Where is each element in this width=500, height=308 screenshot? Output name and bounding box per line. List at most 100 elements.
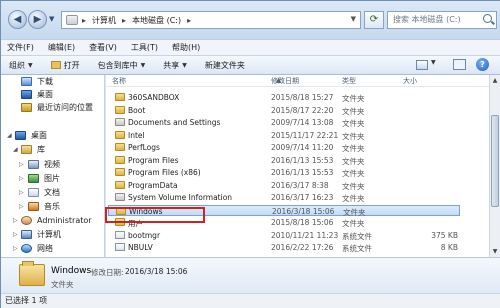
menu-edit[interactable]: 编辑(E) xyxy=(48,42,75,53)
details-name: Windows xyxy=(51,266,92,276)
chevron-down-icon: ▼ xyxy=(140,61,146,69)
column-type[interactable]: 类型 xyxy=(342,76,356,86)
refresh-button[interactable]: ⟳ xyxy=(364,11,384,29)
change-view-icon[interactable] xyxy=(416,60,428,70)
folder-icon xyxy=(115,93,125,101)
file-row[interactable]: System Volume Information 2016/3/17 16:23… xyxy=(108,192,460,203)
file-row[interactable]: PerfLogs 2009/7/14 11:20 文件夹 xyxy=(108,142,460,153)
scroll-up-icon[interactable]: ▲ xyxy=(490,75,500,86)
menu-help[interactable]: 帮助(H) xyxy=(172,42,200,53)
column-name[interactable]: 名称 xyxy=(112,76,126,86)
file-row[interactable]: Program Files 2016/1/13 15:53 文件夹 xyxy=(108,155,460,166)
file-name: 360SANDBOX xyxy=(128,93,180,102)
expand-icon[interactable]: ▷ xyxy=(19,189,24,196)
vertical-scrollbar[interactable]: ▲ ▼ xyxy=(489,75,500,257)
share-button[interactable]: 共享 ▼ xyxy=(163,60,187,71)
column-size[interactable]: 大小 xyxy=(403,76,417,86)
nav-label: 桌面 xyxy=(31,131,47,140)
nav-item-network[interactable]: 网络 xyxy=(21,242,53,255)
menu-tools[interactable]: 工具(T) xyxy=(131,42,158,53)
menu-file[interactable]: 文件(F) xyxy=(7,42,34,53)
nav-item-videos[interactable]: 视频 xyxy=(28,158,60,171)
nav-label: 最近访问的位置 xyxy=(37,103,93,112)
breadcrumb-local-disk[interactable]: 本地磁盘 (C:) xyxy=(132,15,181,26)
address-dropdown-icon[interactable]: ▼ xyxy=(351,15,356,23)
file-date: 2016/3/18 15:06 xyxy=(272,206,335,216)
documents-icon xyxy=(28,188,39,197)
nav-label: 桌面 xyxy=(37,90,53,99)
column-date-modified[interactable]: 修改日期 xyxy=(271,76,299,86)
search-icon[interactable] xyxy=(483,14,492,23)
file-type: 系统文件 xyxy=(342,231,372,241)
file-row[interactable]: Intel 2015/11/17 22:21 文件夹 xyxy=(108,130,460,141)
file-name: Boot xyxy=(128,105,146,115)
nav-item-computer[interactable]: 计算机 xyxy=(21,228,61,241)
file-row[interactable]: Documents and Settings 2009/7/14 13:08 文件夹 xyxy=(108,117,460,128)
nav-label: 音乐 xyxy=(44,202,60,211)
nav-label: 下载 xyxy=(37,77,53,86)
file-size: 375 KB xyxy=(431,230,458,240)
expand-icon[interactable]: ▷ xyxy=(13,231,18,238)
details-modified-date: 2016/3/18 15:06 xyxy=(125,267,188,276)
open-folder-icon xyxy=(50,61,61,69)
file-row[interactable]: 360SANDBOX 2015/8/18 15:27 文件夹 xyxy=(108,92,460,103)
open-label: 打开 xyxy=(63,60,80,70)
file-row[interactable]: Boot 2015/8/17 22:20 文件夹 xyxy=(108,105,460,116)
nav-item-pictures[interactable]: 图片 xyxy=(28,172,60,185)
search-input[interactable]: 搜索 本地磁盘 (C:) xyxy=(387,11,497,29)
file-type: 文件夹 xyxy=(342,94,365,103)
library-icon xyxy=(21,145,32,154)
nav-item-desktop-root[interactable]: 桌面 xyxy=(15,129,47,142)
help-icon[interactable]: ? xyxy=(476,58,489,71)
desktop-icon xyxy=(15,131,26,140)
file-type: 文件夹 xyxy=(342,144,365,153)
breadcrumb-separator-icon[interactable]: ▸ xyxy=(82,16,86,25)
include-in-library-button[interactable]: 包含到库中 ▼ xyxy=(98,60,146,71)
scroll-thumb[interactable] xyxy=(491,115,499,207)
expand-icon[interactable]: ▷ xyxy=(13,245,18,252)
share-label: 共享 xyxy=(163,60,180,70)
recent-pages-dropdown-icon[interactable]: ▼ xyxy=(49,15,57,23)
user-icon xyxy=(21,216,32,225)
file-row[interactable]: ProgramData 2016/3/17 8:38 文件夹 xyxy=(108,180,460,191)
preview-pane-icon[interactable] xyxy=(453,59,466,70)
nav-item-libraries[interactable]: 库 xyxy=(21,143,45,156)
address-bar[interactable]: ▸ 计算机 ▸ 本地磁盘 (C:) ▸ ▼ xyxy=(61,11,361,29)
nav-item-desktop[interactable]: 桌面 xyxy=(21,88,53,101)
nav-item-documents[interactable]: 文档 xyxy=(28,186,60,199)
file-date: 2010/11/21 11:23 xyxy=(271,230,339,240)
view-dropdown-icon[interactable]: ▼ xyxy=(431,59,436,66)
computer-icon xyxy=(21,230,32,239)
collapse-icon[interactable]: ◢ xyxy=(13,146,18,153)
nav-item-recent-places[interactable]: 最近访问的位置 xyxy=(21,101,93,114)
scroll-down-icon[interactable]: ▼ xyxy=(490,246,500,257)
expand-icon[interactable]: ▷ xyxy=(19,161,24,168)
file-row[interactable]: NBULV 2016/2/22 17:26 系统文件 8 KB xyxy=(108,242,460,253)
collapse-icon[interactable]: ◢ xyxy=(7,132,12,139)
breadcrumb-separator-icon[interactable]: ▸ xyxy=(187,16,191,25)
breadcrumb-separator-icon[interactable]: ▸ xyxy=(122,16,126,25)
forward-button[interactable]: ▶ xyxy=(28,10,47,29)
breadcrumb-computer[interactable]: 计算机 xyxy=(92,15,116,26)
nav-item-downloads[interactable]: 下载 xyxy=(21,75,53,88)
file-row[interactable]: Program Files (x86) 2016/1/13 15:53 文件夹 xyxy=(108,167,460,178)
file-date: 2015/11/17 22:21 xyxy=(271,130,339,140)
file-type: 文件夹 xyxy=(342,156,365,166)
refresh-icon: ⟳ xyxy=(369,14,379,25)
nav-item-music[interactable]: 音乐 xyxy=(28,200,60,213)
expand-icon[interactable]: ▷ xyxy=(19,203,24,210)
open-button[interactable]: 打开 xyxy=(50,60,80,71)
nav-item-administrator[interactable]: Administrator xyxy=(21,214,92,227)
details-pane: Windows 修改日期: 2016/3/18 15:06 文件夹 xyxy=(1,257,500,293)
new-folder-button[interactable]: 新建文件夹 xyxy=(205,60,245,71)
file-row[interactable]: bootmgr 2010/11/21 11:23 系统文件 375 KB xyxy=(108,230,460,241)
expand-icon[interactable]: ▷ xyxy=(13,217,18,224)
menu-view[interactable]: 查看(V) xyxy=(89,42,117,53)
back-button[interactable]: ◀ xyxy=(8,10,27,29)
expand-icon[interactable]: ▷ xyxy=(19,175,24,182)
organize-button[interactable]: 组织 ▼ xyxy=(9,60,33,71)
file-name: PerfLogs xyxy=(128,143,160,152)
include-in-library-label: 包含到库中 xyxy=(97,60,138,70)
folder-icon xyxy=(115,130,125,139)
pictures-icon xyxy=(28,174,39,183)
